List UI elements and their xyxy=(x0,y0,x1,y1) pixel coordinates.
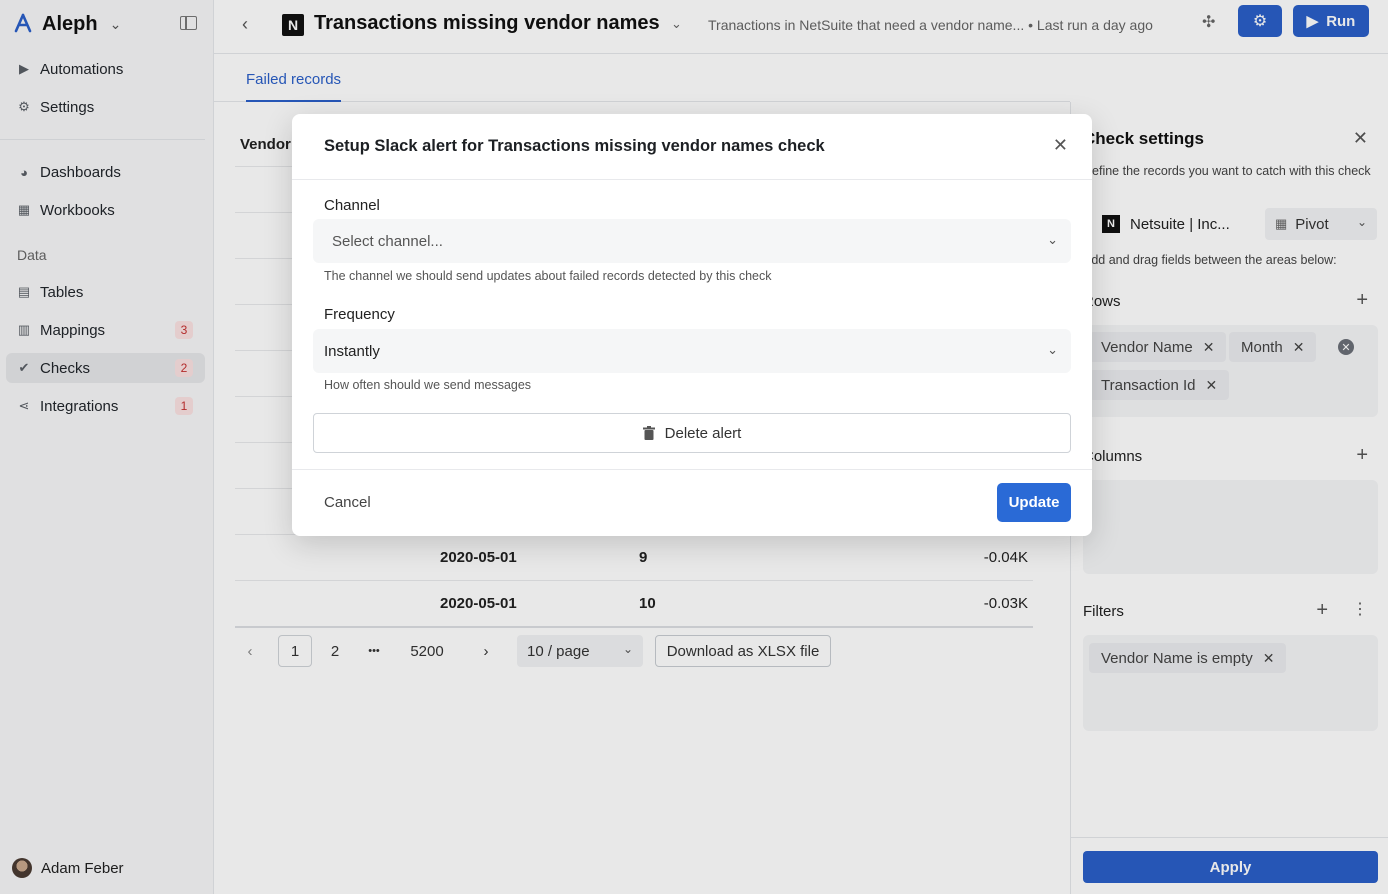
update-button[interactable]: Update xyxy=(997,483,1071,522)
cancel-button[interactable]: Cancel xyxy=(324,494,371,511)
close-icon[interactable]: ✕ xyxy=(1053,135,1068,156)
modal-title: Setup Slack alert for Transactions missi… xyxy=(324,137,825,155)
channel-select[interactable]: Select channel... ⌄ xyxy=(313,219,1071,263)
chevron-down-icon: ⌄ xyxy=(1047,232,1058,247)
frequency-label: Frequency xyxy=(324,306,395,323)
channel-help: The channel we should send updates about… xyxy=(324,269,772,283)
trash-icon xyxy=(642,426,655,440)
frequency-value: Instantly xyxy=(324,342,380,360)
channel-placeholder: Select channel... xyxy=(332,232,443,250)
chevron-down-icon: ⌄ xyxy=(1047,342,1058,357)
divider xyxy=(292,469,1092,470)
slack-alert-modal: Setup Slack alert for Transactions missi… xyxy=(292,114,1092,536)
delete-label: Delete alert xyxy=(664,424,742,442)
channel-label: Channel xyxy=(324,197,380,214)
frequency-help: How often should we send messages xyxy=(324,378,532,392)
delete-alert-button[interactable]: Delete alert xyxy=(313,413,1071,453)
divider xyxy=(292,179,1092,180)
frequency-select[interactable]: Instantly ⌄ xyxy=(313,329,1071,373)
